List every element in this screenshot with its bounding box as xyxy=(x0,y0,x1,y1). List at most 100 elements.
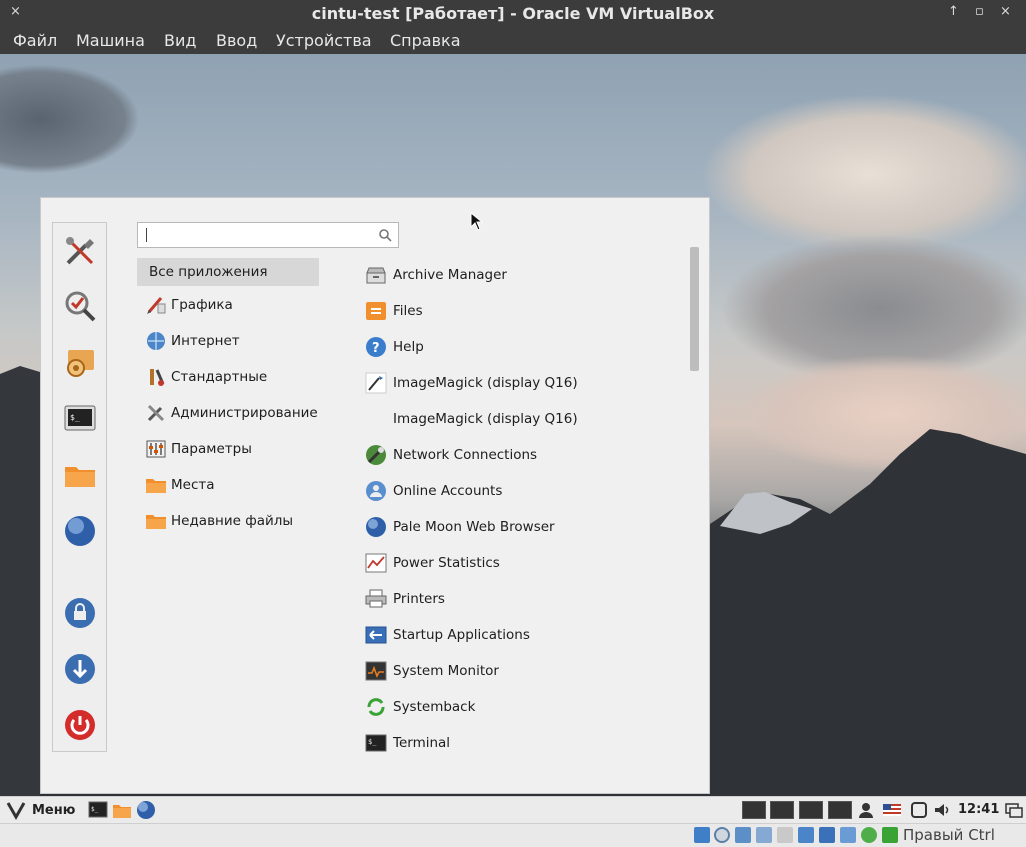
help-icon: ? xyxy=(366,337,386,357)
menu-view[interactable]: Вид xyxy=(164,31,196,50)
display-icon[interactable] xyxy=(910,801,928,819)
app-terminal[interactable]: $_ Terminal xyxy=(365,729,685,759)
windows-icon[interactable] xyxy=(1005,801,1023,819)
preferences-icon xyxy=(146,440,166,458)
favorites-bar: $_ xyxy=(52,222,107,752)
audio-icon[interactable] xyxy=(735,827,751,843)
lock-icon[interactable] xyxy=(62,595,98,631)
online-accounts-icon xyxy=(366,481,386,501)
menubar: Файл Машина Вид Ввод Устройства Справка xyxy=(0,27,1026,54)
category-administration[interactable]: Администрирование xyxy=(137,399,319,427)
globe-icon[interactable] xyxy=(62,513,98,549)
app-online-accounts[interactable]: Online Accounts xyxy=(365,477,685,507)
svg-text:$_: $_ xyxy=(368,738,377,746)
mouse-integration-icon[interactable] xyxy=(882,827,898,843)
startup-icon xyxy=(365,626,387,644)
app-power-statistics[interactable]: Power Statistics xyxy=(365,549,685,579)
accessories-icon xyxy=(150,369,165,386)
app-files[interactable]: Files xyxy=(365,297,685,327)
terminal-launcher-icon[interactable]: $_ xyxy=(88,800,108,820)
window-close-button[interactable]: × xyxy=(1000,4,1011,19)
svg-text:?: ? xyxy=(372,341,380,356)
search-check-icon[interactable] xyxy=(62,288,98,324)
menu-file[interactable]: Файл xyxy=(13,31,57,50)
terminal-icon[interactable]: $_ xyxy=(62,401,98,437)
app-imagemagick[interactable]: ImageMagick (display Q16) xyxy=(365,369,685,399)
workspace-2[interactable] xyxy=(770,801,794,819)
svg-text:$_: $_ xyxy=(91,806,99,813)
app-pale-moon[interactable]: Pale Moon Web Browser xyxy=(365,513,685,543)
search-icon xyxy=(379,229,392,242)
app-printers[interactable]: Printers xyxy=(365,585,685,615)
app-systemback[interactable]: Systemback xyxy=(365,693,685,723)
clock[interactable]: 12:41 xyxy=(958,802,999,817)
workspace-3[interactable] xyxy=(799,801,823,819)
cpu-icon[interactable] xyxy=(861,827,877,843)
vbox-statusbar: Правый Ctrl xyxy=(0,823,1026,847)
category-all-applications[interactable]: Все приложения xyxy=(137,258,319,286)
menu-input[interactable]: Ввод xyxy=(216,31,257,50)
imagemagick-icon xyxy=(365,372,387,394)
apps-scrollbar[interactable] xyxy=(690,247,699,371)
app-startup-applications[interactable]: Startup Applications xyxy=(365,621,685,651)
power-icon[interactable] xyxy=(62,707,98,743)
category-places[interactable]: Места xyxy=(137,471,319,499)
workspace-1[interactable] xyxy=(742,801,766,819)
app-system-monitor[interactable]: System Monitor xyxy=(365,657,685,687)
workspace-4[interactable] xyxy=(828,801,852,819)
application-menu: $_ Все приложения Графика Интернет Станд… xyxy=(40,197,710,794)
terminal-icon: $_ xyxy=(365,734,387,752)
mouse-cursor-icon xyxy=(470,212,484,231)
menu-help[interactable]: Справка xyxy=(390,31,461,50)
menu-logo-icon xyxy=(6,802,26,820)
printer-icon xyxy=(365,589,387,608)
tools-icon[interactable] xyxy=(62,233,98,269)
admin-icon xyxy=(147,404,165,422)
graphics-icon xyxy=(147,297,166,314)
app-network-connections[interactable]: Network Connections xyxy=(365,441,685,471)
power-stats-icon xyxy=(365,553,387,573)
archive-icon xyxy=(366,267,386,284)
browser-launcher-icon[interactable] xyxy=(136,800,156,820)
internet-icon xyxy=(147,332,165,350)
app-archive-manager[interactable]: Archive Manager xyxy=(365,261,685,291)
svg-text:$_: $_ xyxy=(70,413,80,422)
app-imagemagick-2[interactable]: ImageMagick (display Q16) xyxy=(365,405,685,435)
search-input[interactable] xyxy=(137,222,399,248)
window-titlebar: × cintu-test [Работает] - Oracle VM Virt… xyxy=(0,0,1026,27)
taskbar: Меню $_ 12:41 xyxy=(0,796,1026,823)
display-status-icon[interactable] xyxy=(819,827,835,843)
optical-drive-icon[interactable] xyxy=(714,827,730,843)
app-help[interactable]: ? Help xyxy=(365,333,685,363)
network-adapter-icon[interactable] xyxy=(756,827,772,843)
category-recent-files[interactable]: Недавние файлы xyxy=(137,507,319,535)
files-launcher-icon[interactable] xyxy=(112,800,132,820)
logout-icon[interactable] xyxy=(62,651,98,687)
user-icon[interactable] xyxy=(857,801,875,819)
shared-folders-icon[interactable] xyxy=(798,827,814,843)
category-preferences[interactable]: Параметры xyxy=(137,435,319,463)
folder-icon[interactable] xyxy=(62,457,98,493)
recent-icon xyxy=(146,515,166,529)
category-graphics[interactable]: Графика xyxy=(137,291,319,319)
files-icon xyxy=(366,302,386,320)
menu-button[interactable]: Меню xyxy=(4,800,80,821)
volume-icon[interactable] xyxy=(933,801,951,819)
minimize-icon[interactable]: ▫ xyxy=(975,4,984,19)
recording-icon[interactable] xyxy=(840,827,856,843)
places-icon xyxy=(146,479,166,493)
window-title: cintu-test [Работает] - Oracle VM Virtua… xyxy=(311,4,715,23)
palemoon-icon xyxy=(366,517,386,537)
category-accessories[interactable]: Стандартные xyxy=(137,363,319,391)
hard-disk-icon[interactable] xyxy=(694,827,710,843)
network-icon xyxy=(366,445,386,465)
keyboard-layout-flag-icon[interactable] xyxy=(883,801,901,819)
menu-machine[interactable]: Машина xyxy=(76,31,145,50)
system-monitor-icon xyxy=(365,661,387,681)
keep-above-icon[interactable]: ↑ xyxy=(948,4,959,19)
category-internet[interactable]: Интернет xyxy=(137,327,319,355)
usb-icon[interactable] xyxy=(777,827,793,843)
menu-devices[interactable]: Устройства xyxy=(276,31,372,50)
host-key-label: Правый Ctrl xyxy=(903,826,995,844)
settings-icon[interactable] xyxy=(62,344,98,380)
